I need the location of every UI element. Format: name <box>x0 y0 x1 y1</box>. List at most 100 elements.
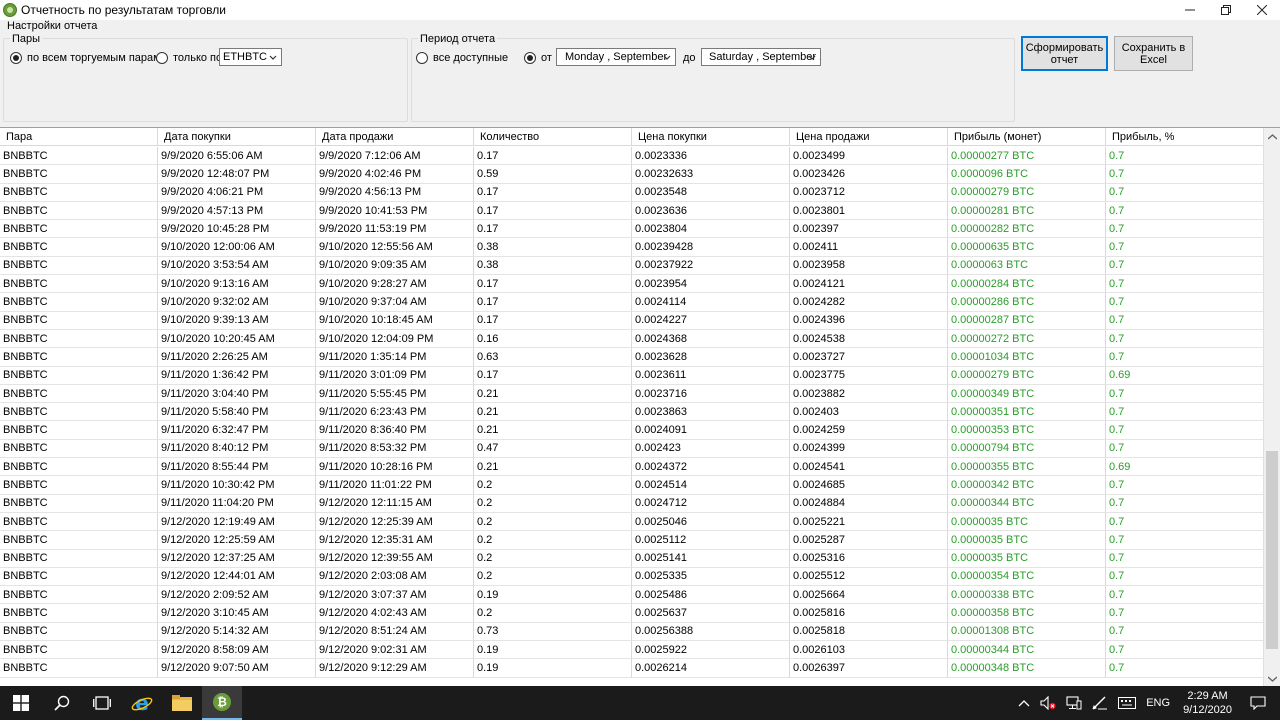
column-header[interactable]: Дата продажи <box>316 128 474 146</box>
all-pairs-radio[interactable] <box>10 52 22 64</box>
table-cell: BNBBTC <box>0 311 158 330</box>
table-row[interactable]: BNBBTC 9/12/2020 2:09:52 AM 9/12/2020 3:07… <box>0 586 1264 605</box>
table-cell: 0.0023882 <box>790 384 948 404</box>
pen-workspace-button[interactable] <box>1087 686 1113 720</box>
table-cell: 0.0023336 <box>632 147 790 166</box>
keyboard-button[interactable] <box>1113 686 1141 720</box>
column-header[interactable]: Прибыль, % <box>1106 128 1264 146</box>
table-row[interactable]: BNBBTC 9/11/2020 10:30:42 PM 9/11/2020 11:… <box>0 476 1264 495</box>
window-title: Отчетность по результатам торговли <box>21 3 226 17</box>
scroll-up-button[interactable] <box>1264 128 1280 145</box>
save-excel-button[interactable]: Сохранить в Excel <box>1114 36 1193 71</box>
minimize-button[interactable] <box>1172 0 1208 20</box>
table-row[interactable]: BNBBTC 9/11/2020 3:04:40 PM 9/11/2020 5:55… <box>0 384 1264 404</box>
table-cell: 9/11/2020 8:53:32 PM <box>316 439 474 459</box>
table-cell: 0.7 <box>1106 183 1264 202</box>
table-cell: 0.73 <box>474 622 632 642</box>
table-row[interactable]: BNBBTC 9/9/2020 10:45:28 PM 9/9/2020 11:53… <box>0 220 1264 239</box>
column-header[interactable]: Количество <box>474 128 632 146</box>
table-row[interactable]: BNBBTC 9/12/2020 5:14:32 AM 9/12/2020 8:51… <box>0 622 1264 642</box>
table-cell: 0.16 <box>474 329 632 349</box>
column-header[interactable]: Цена продажи <box>790 128 948 146</box>
table-cell: 9/12/2020 12:37:25 AM <box>158 549 316 568</box>
table-cell: 0.7 <box>1106 201 1264 221</box>
table-row[interactable]: BNBBTC 9/11/2020 8:55:44 PM 9/11/2020 10:2… <box>0 458 1264 477</box>
table-cell: 9/12/2020 2:09:52 AM <box>158 586 316 605</box>
table-cell: 0.0025141 <box>632 549 790 568</box>
bitcoin-app-icon: ₿ <box>213 693 231 711</box>
task-view-button[interactable] <box>82 686 122 720</box>
all-period-option[interactable]: все доступные <box>416 50 508 66</box>
table-row[interactable]: BNBBTC 9/12/2020 12:44:01 AM 9/12/2020 2:0… <box>0 567 1264 587</box>
table-row[interactable]: BNBBTC 9/12/2020 9:07:50 AM 9/12/2020 9:12… <box>0 659 1264 678</box>
from-period-radio[interactable] <box>524 52 536 64</box>
pairs-group-label: Пары <box>10 33 43 45</box>
table-row[interactable]: BNBBTC 9/12/2020 12:37:25 AM 9/12/2020 12:… <box>0 549 1264 568</box>
table-row[interactable]: BNBBTC 9/10/2020 9:13:16 AM 9/10/2020 9:28… <box>0 275 1264 294</box>
table-row[interactable]: BNBBTC 9/11/2020 5:58:40 PM 9/11/2020 6:23… <box>0 403 1264 422</box>
trades-table[interactable]: Пара Дата покупки Дата продажи Количество Це… <box>0 127 1280 686</box>
table-row[interactable]: BNBBTC 9/9/2020 6:55:06 AM 9/9/2020 7:12:0… <box>0 147 1264 166</box>
table-row[interactable]: BNBBTC 9/10/2020 3:53:54 AM 9/10/2020 9:09… <box>0 256 1264 276</box>
language-indicator[interactable]: ENG <box>1141 686 1175 720</box>
table-cell: 0.0024114 <box>632 293 790 312</box>
table-row[interactable]: BNBBTC 9/9/2020 4:06:21 PM 9/9/2020 4:56:1… <box>0 183 1264 202</box>
table-cell: 9/11/2020 3:01:09 PM <box>316 366 474 385</box>
table-cell: 0.00000351 BTC <box>948 403 1106 422</box>
table-cell: 0.0023716 <box>632 384 790 404</box>
table-cell: 0.0025816 <box>790 604 948 623</box>
table-cell: 0.0025512 <box>790 567 948 587</box>
all-period-radio[interactable] <box>416 52 428 64</box>
table-row[interactable]: BNBBTC 9/12/2020 12:19:49 AM 9/12/2020 12:… <box>0 512 1264 532</box>
table-row[interactable]: BNBBTC 9/12/2020 3:10:45 AM 9/12/2020 4:02… <box>0 604 1264 623</box>
table-row[interactable]: BNBBTC 9/10/2020 12:00:06 AM 9/10/2020 12:… <box>0 238 1264 257</box>
network-button[interactable] <box>1061 686 1087 720</box>
scroll-down-button[interactable] <box>1264 670 1280 686</box>
table-row[interactable]: BNBBTC 9/11/2020 8:40:12 PM 9/11/2020 8:53… <box>0 439 1264 459</box>
table-row[interactable]: BNBBTC 9/10/2020 9:32:02 AM 9/10/2020 9:37… <box>0 293 1264 312</box>
table-row[interactable]: BNBBTC 9/9/2020 12:48:07 PM 9/9/2020 4:02:… <box>0 165 1264 184</box>
table-row[interactable]: BNBBTC 9/10/2020 9:39:13 AM 9/10/2020 10:1… <box>0 311 1264 330</box>
only-pair-radio[interactable] <box>156 52 168 64</box>
table-row[interactable]: BNBBTC 9/12/2020 8:58:09 AM 9/12/2020 9:02… <box>0 641 1264 660</box>
table-row[interactable]: BNBBTC 9/11/2020 11:04:20 PM 9/12/2020 12:… <box>0 494 1264 513</box>
column-header[interactable]: Дата покупки <box>158 128 316 146</box>
internet-explorer-button[interactable]: e <box>122 686 162 720</box>
column-header[interactable]: Цена покупки <box>632 128 790 146</box>
from-period-option[interactable]: от <box>524 50 552 66</box>
table-cell: 0.0023954 <box>632 275 790 294</box>
generate-report-button[interactable]: Сформировать отчет <box>1021 36 1108 71</box>
table-row[interactable]: BNBBTC 9/11/2020 1:36:42 PM 9/11/2020 3:01… <box>0 366 1264 385</box>
clock-time: 2:29 AM <box>1187 690 1228 702</box>
table-row[interactable]: BNBBTC 9/10/2020 10:20:45 AM 9/10/2020 12:… <box>0 329 1264 349</box>
table-cell: 0.0026397 <box>790 659 948 678</box>
vertical-scrollbar[interactable] <box>1263 128 1280 686</box>
start-button[interactable] <box>0 686 42 720</box>
notifications-button[interactable] <box>1240 686 1280 720</box>
search-button[interactable] <box>42 686 82 720</box>
table-row[interactable]: BNBBTC 9/11/2020 2:26:25 AM 9/11/2020 1:35… <box>0 348 1264 367</box>
scroll-thumb[interactable] <box>1266 451 1278 649</box>
to-date-picker[interactable]: Saturday , September 1. <box>701 48 821 66</box>
from-date-picker[interactable]: Monday , September <box>556 48 676 66</box>
table-row[interactable]: BNBBTC 9/9/2020 4:57:13 PM 9/9/2020 10:41:… <box>0 201 1264 221</box>
close-button[interactable] <box>1244 0 1280 20</box>
file-explorer-button[interactable] <box>162 686 202 720</box>
all-pairs-option[interactable]: по всем торгуемым парам <box>10 50 161 66</box>
show-hidden-icons-button[interactable] <box>1013 686 1035 720</box>
only-pair-option[interactable]: только по: <box>156 50 225 66</box>
table-cell: BNBBTC <box>0 586 158 605</box>
pair-select[interactable]: ETHBTC <box>219 48 282 66</box>
table-cell: 0.00000272 BTC <box>948 329 1106 349</box>
column-header[interactable]: Прибыль (монет) <box>948 128 1106 146</box>
volume-button[interactable] <box>1035 686 1061 720</box>
table-cell: 9/11/2020 5:58:40 PM <box>158 403 316 422</box>
table-row[interactable]: BNBBTC 9/11/2020 6:32:47 PM 9/11/2020 8:36… <box>0 421 1264 440</box>
table-row[interactable]: BNBBTC 9/12/2020 12:25:59 AM 9/12/2020 12:… <box>0 531 1264 550</box>
column-header[interactable]: Пара <box>0 128 158 146</box>
maximize-button[interactable] <box>1208 0 1244 20</box>
bitcoin-app-button[interactable]: ₿ <box>202 686 242 720</box>
table-cell: 0.0023958 <box>790 256 948 276</box>
table-cell: 9/12/2020 2:03:08 AM <box>316 567 474 587</box>
clock[interactable]: 2:29 AM 9/12/2020 <box>1175 689 1240 717</box>
